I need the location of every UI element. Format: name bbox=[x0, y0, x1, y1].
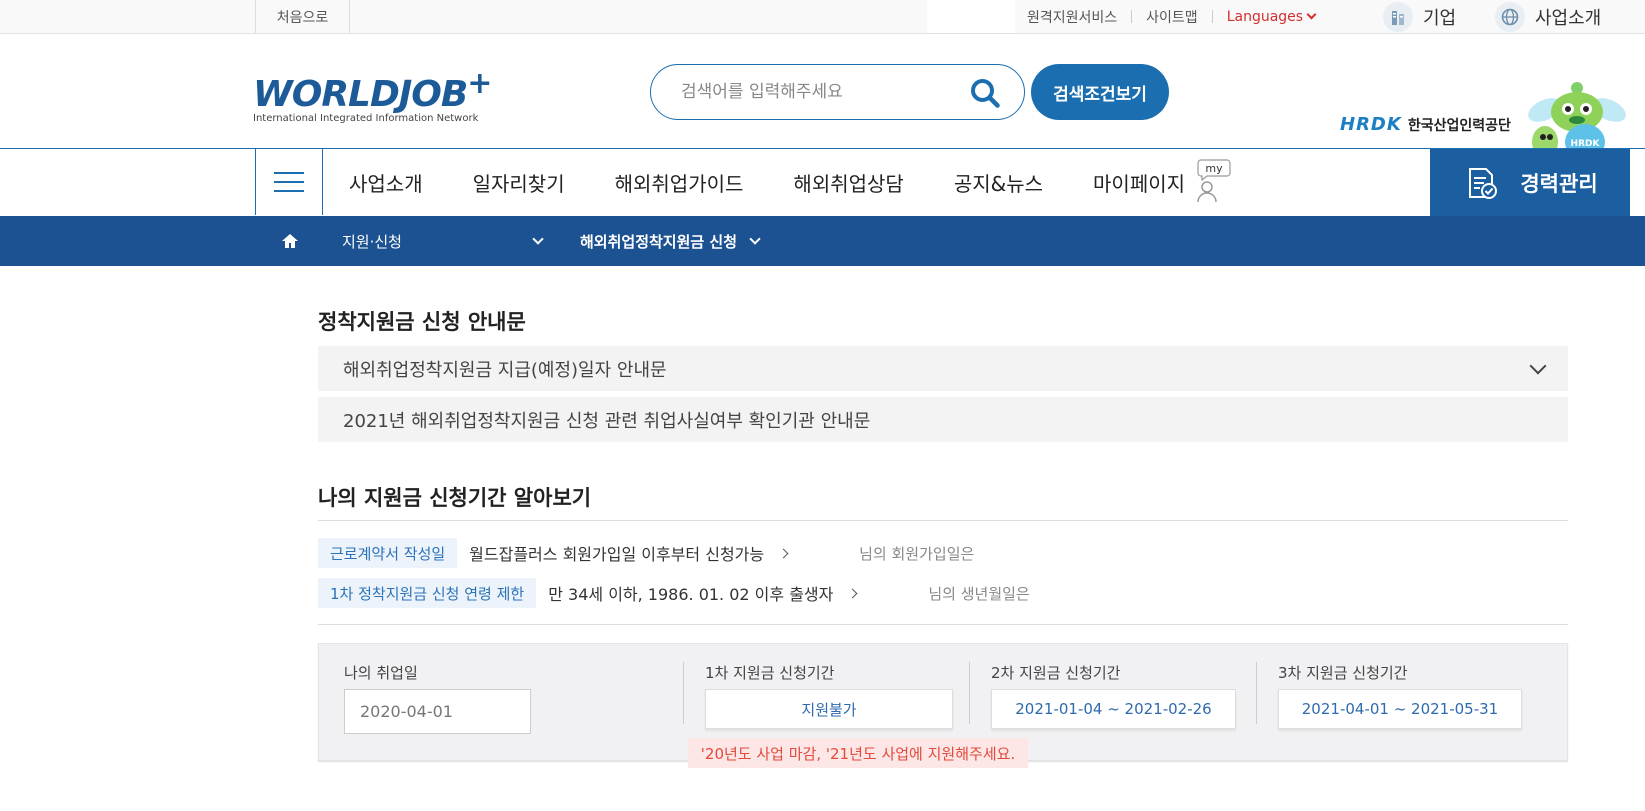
chevron-right-icon bbox=[847, 588, 858, 598]
my-badge-text: my bbox=[1205, 162, 1223, 175]
second-period-group: 2차 지원금 신청기간 2021-01-04 ~ 2021-02-26 bbox=[991, 662, 1236, 729]
info-tag: 근로계약서 작성일 bbox=[318, 538, 458, 568]
breadcrumb-level2-label: 해외취업정착지원금 신청 bbox=[580, 232, 738, 251]
divider bbox=[1131, 10, 1133, 23]
nav-item-job-search[interactable]: 일자리찾기 bbox=[473, 168, 565, 197]
chevron-down-icon bbox=[749, 232, 761, 245]
third-period-group: 3차 지원금 신청기간 2021-04-01 ~ 2021-05-31 bbox=[1278, 662, 1522, 729]
breadcrumb-level1-dropdown[interactable]: 지원·신청 bbox=[342, 216, 544, 266]
nav-item-mypage[interactable]: 마이페이지 my bbox=[1093, 158, 1231, 207]
site-header: WORLDJOB+ International Integrated Infor… bbox=[0, 34, 1645, 170]
chevron-down-icon bbox=[1306, 9, 1317, 20]
home-icon[interactable] bbox=[280, 231, 300, 251]
hrdk-name: 한국산업인력공단 bbox=[1407, 117, 1511, 134]
all-menu-button[interactable] bbox=[255, 149, 323, 215]
nav-item-overseas-consult[interactable]: 해외취업상담 bbox=[793, 168, 903, 197]
search-button[interactable] bbox=[967, 76, 1003, 110]
divider bbox=[683, 662, 684, 724]
nav-item-notice-news[interactable]: 공지&뉴스 bbox=[954, 168, 1043, 197]
nav-item-overseas-guide[interactable]: 해외취업가이드 bbox=[615, 168, 744, 197]
main-navigation: 사업소개 일자리찾기 해외취업가이드 해외취업상담 공지&뉴스 마이페이지 my bbox=[0, 148, 1645, 216]
sitemap-link[interactable]: 사이트맵 bbox=[1146, 7, 1198, 27]
logo-plus: + bbox=[467, 66, 492, 101]
third-period-value: 2021-04-01 ~ 2021-05-31 bbox=[1278, 689, 1522, 729]
third-period-label: 3차 지원금 신청기간 bbox=[1278, 664, 1408, 682]
hamburger-icon bbox=[274, 172, 304, 174]
first-period-label: 1차 지원금 신청기간 bbox=[705, 664, 835, 682]
notice-label: 2021년 해외취업정착지원금 신청 관련 취업사실여부 확인기관 안내문 bbox=[343, 410, 871, 432]
career-management-button[interactable]: 경력관리 bbox=[1430, 149, 1630, 216]
search-icon bbox=[971, 79, 1000, 108]
mypage-label: 마이페이지 bbox=[1093, 171, 1186, 196]
career-management-label: 경력관리 bbox=[1520, 171, 1598, 196]
employment-date-input[interactable] bbox=[344, 689, 531, 734]
logo-wordmark: WORLDJOB+ bbox=[253, 64, 503, 115]
info-row-contract-date: 근로계약서 작성일 월드잡플러스 회원가입일 이후부터 신청가능 님의 회원가입… bbox=[318, 538, 974, 568]
notice-item-verification-agency[interactable]: 2021년 해외취업정착지원금 신청 관련 취업사실여부 확인기관 안내문 bbox=[318, 397, 1568, 442]
divider bbox=[1256, 662, 1257, 724]
worldjob-logo[interactable]: WORLDJOB+ International Integrated Infor… bbox=[253, 64, 503, 124]
info-text: 만 34세 이하, 1986. 01. 02 이후 출생자 bbox=[548, 585, 834, 604]
divider bbox=[1211, 10, 1213, 23]
info-note: 님의 생년월일은 bbox=[928, 584, 1030, 603]
nav-items: 사업소개 일자리찾기 해외취업가이드 해외취업상담 공지&뉴스 마이페이지 my bbox=[349, 149, 1281, 215]
info-text: 월드잡플러스 회원가입일 이후부터 신청가능 bbox=[469, 545, 765, 564]
company-label: 기업 bbox=[1423, 7, 1457, 29]
utility-bar-left-bg bbox=[0, 0, 927, 33]
business-intro-link[interactable]: 사업소개 bbox=[1495, 0, 1601, 33]
second-period-value: 2021-01-04 ~ 2021-02-26 bbox=[991, 689, 1236, 729]
chevron-down-icon bbox=[532, 232, 544, 245]
breadcrumb: 지원·신청 해외취업정착지원금 신청 bbox=[0, 216, 1645, 266]
detail-search-button[interactable]: 검색조건보기 bbox=[1031, 64, 1169, 120]
warning-message: '20년도 사업 마감, '21년도 사업에 지원해주세요. bbox=[688, 738, 1028, 768]
globe-icon bbox=[1495, 1, 1525, 32]
divider bbox=[318, 520, 1568, 521]
second-period-label: 2차 지원금 신청기간 bbox=[991, 664, 1121, 682]
nav-item-business-intro[interactable]: 사업소개 bbox=[349, 168, 423, 197]
notice-item-payment-date[interactable]: 해외취업정착지원금 지급(예정)일자 안내문 bbox=[318, 346, 1568, 391]
search-input[interactable] bbox=[681, 75, 961, 109]
info-tag: 1차 정착지원금 신청 연령 제한 bbox=[318, 578, 537, 608]
divider bbox=[318, 624, 1568, 625]
guide-section-title: 정착지원금 신청 안내문 bbox=[318, 310, 526, 334]
languages-dropdown[interactable]: Languages bbox=[1226, 8, 1317, 25]
building-icon bbox=[1383, 1, 1413, 32]
notice-label: 해외취업정착지원금 지급(예정)일자 안내문 bbox=[343, 359, 667, 381]
hamburger-icon bbox=[274, 181, 304, 183]
info-row-age-limit: 1차 정착지원금 신청 연령 제한 만 34세 이하, 1986. 01. 02… bbox=[318, 578, 1030, 608]
hrdk-logo[interactable]: HRDK 한국산업인력공단 bbox=[1340, 114, 1511, 135]
chevron-down-icon bbox=[1529, 357, 1547, 375]
hrdk-mark: HRDK bbox=[1340, 114, 1402, 135]
home-link[interactable]: 처음으로 bbox=[255, 0, 350, 33]
employment-date-group: 나의 취업일 bbox=[344, 662, 531, 734]
breadcrumb-level1-label: 지원·신청 bbox=[342, 232, 402, 251]
breadcrumb-level2-dropdown[interactable]: 해외취업정착지원금 신청 bbox=[580, 216, 761, 266]
search-box bbox=[650, 64, 1025, 120]
remote-support-link[interactable]: 원격지원서비스 bbox=[1027, 7, 1117, 27]
first-period-group: 1차 지원금 신청기간 지원불가 bbox=[705, 662, 953, 729]
employment-date-label: 나의 취업일 bbox=[344, 664, 418, 682]
document-check-icon bbox=[1469, 167, 1498, 199]
hamburger-icon bbox=[274, 190, 304, 192]
info-note: 님의 회원가입일은 bbox=[859, 544, 975, 563]
period-section-title: 나의 지원금 신청기간 알아보기 bbox=[318, 486, 592, 510]
first-period-value: 지원불가 bbox=[705, 689, 953, 729]
utility-links: 원격지원서비스 사이트맵 Languages bbox=[1027, 0, 1317, 33]
languages-label: Languages bbox=[1226, 8, 1304, 25]
logo-subtitle: International Integrated Information Net… bbox=[253, 113, 479, 124]
chevron-right-icon bbox=[778, 548, 789, 558]
logo-text: WORLDJOB bbox=[253, 74, 468, 115]
divider bbox=[969, 662, 970, 724]
business-intro-label: 사업소개 bbox=[1535, 7, 1602, 29]
utility-bar: 처음으로 원격지원서비스 사이트맵 Languages 기업 사업소개 bbox=[0, 0, 1645, 34]
my-user-icon: my bbox=[1193, 158, 1231, 207]
company-link[interactable]: 기업 bbox=[1383, 0, 1456, 33]
